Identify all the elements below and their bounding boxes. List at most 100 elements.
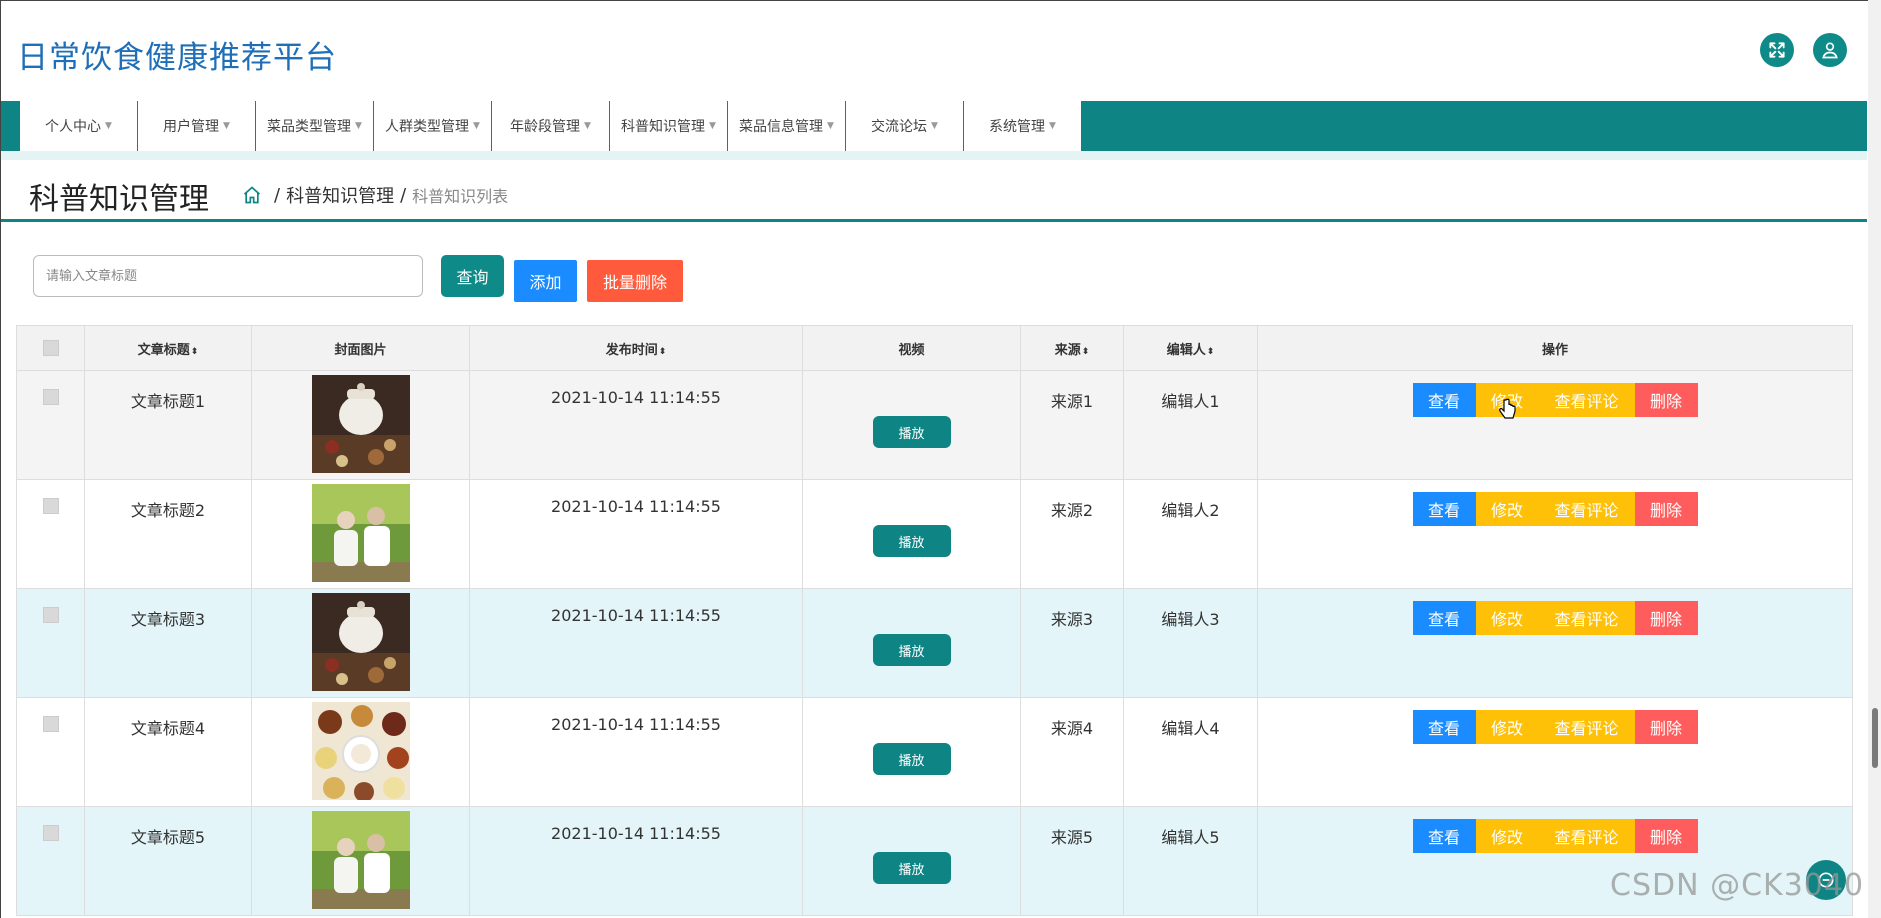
play-button[interactable]: 播放 bbox=[872, 416, 951, 448]
query-button[interactable]: 查询 bbox=[441, 255, 504, 297]
table-row: 文章标题3 2021-10-14 11:14:55 播放 来源3 编辑人3 查看… bbox=[16, 588, 1853, 698]
sort-icon[interactable]: ⬍ bbox=[1082, 347, 1090, 357]
caret-down-icon: ▼ bbox=[709, 121, 716, 131]
view-comments-button[interactable]: 查看评论 bbox=[1538, 492, 1635, 526]
user-button[interactable] bbox=[1813, 33, 1847, 67]
article-title: 文章标题4 bbox=[130, 719, 206, 738]
view-button[interactable]: 查看 bbox=[1412, 819, 1476, 853]
view-button[interactable]: 查看 bbox=[1412, 710, 1476, 744]
edit-button[interactable]: 修改 bbox=[1475, 819, 1539, 853]
cover-cell bbox=[251, 806, 470, 916]
row-checkbox[interactable] bbox=[42, 825, 59, 841]
row-checkbox[interactable] bbox=[42, 498, 59, 514]
row-select-cell bbox=[16, 479, 85, 589]
edit-button[interactable]: 修改 bbox=[1475, 492, 1539, 526]
app-title: 日常饮食健康推荐平台 bbox=[17, 40, 337, 76]
play-button[interactable]: 播放 bbox=[872, 743, 951, 775]
row-select-cell bbox=[16, 588, 85, 698]
sort-icon[interactable]: ⬍ bbox=[1207, 347, 1215, 357]
nav-item-system-management[interactable]: 系统管理 ▼ bbox=[964, 101, 1082, 151]
publish-time: 2021-10-14 11:14:55 bbox=[551, 606, 721, 625]
row-actions: 查看 修改 查看评论 删除 bbox=[1412, 383, 1698, 417]
hand-pointer-icon bbox=[1499, 398, 1516, 419]
delete-button[interactable]: 删除 bbox=[1634, 710, 1698, 744]
column-header-title[interactable]: 文章标题⬍ bbox=[84, 325, 252, 371]
scrollbar-thumb[interactable] bbox=[1872, 708, 1878, 768]
delete-button[interactable]: 删除 bbox=[1634, 492, 1698, 526]
play-button[interactable]: 播放 bbox=[872, 634, 951, 666]
view-button[interactable]: 查看 bbox=[1412, 601, 1476, 635]
nav-item-age-group-management[interactable]: 年龄段管理 ▼ bbox=[492, 101, 610, 151]
delete-button[interactable]: 删除 bbox=[1634, 819, 1698, 853]
grains-bowls-image bbox=[311, 702, 410, 800]
source: 来源3 bbox=[1050, 610, 1094, 629]
column-header-editor[interactable]: 编辑人⬍ bbox=[1123, 325, 1258, 371]
fullscreen-button[interactable] bbox=[1760, 33, 1794, 67]
source-cell: 来源4 bbox=[1020, 697, 1124, 807]
column-header-publish-time[interactable]: 发布时间⬍ bbox=[469, 325, 803, 371]
breadcrumb-section[interactable]: 科普知识管理 bbox=[286, 182, 394, 208]
nav-item-science-knowledge-management[interactable]: 科普知识管理 ▼ bbox=[610, 101, 728, 151]
column-header-label: 文章标题 bbox=[137, 342, 190, 358]
nav-item-forum[interactable]: 交流论坛 ▼ bbox=[846, 101, 964, 151]
nav-item-label: 个人中心 bbox=[45, 119, 102, 135]
nav-item-user-management[interactable]: 用户管理 ▼ bbox=[138, 101, 256, 151]
column-header-label: 封面图片 bbox=[334, 342, 387, 358]
row-select-cell bbox=[16, 697, 85, 807]
row-checkbox[interactable] bbox=[42, 389, 59, 405]
delete-button[interactable]: 删除 bbox=[1634, 601, 1698, 635]
nav-item-dish-info-management[interactable]: 菜品信息管理 ▼ bbox=[728, 101, 846, 151]
delete-button[interactable]: 删除 bbox=[1634, 383, 1698, 417]
row-checkbox[interactable] bbox=[42, 607, 59, 623]
select-all-checkbox[interactable] bbox=[42, 340, 59, 356]
view-comments-button[interactable]: 查看评论 bbox=[1538, 601, 1635, 635]
home-icon[interactable] bbox=[242, 185, 262, 205]
nav-item-label: 菜品类型管理 bbox=[267, 119, 352, 135]
nav-menu: 个人中心 ▼ 用户管理 ▼ 菜品类型管理 ▼ 人群类型管理 ▼ 年龄段管理 ▼ 科普知识管… bbox=[20, 101, 1082, 151]
edit-button[interactable]: 修改 bbox=[1475, 601, 1539, 635]
view-comments-button[interactable]: 查看评论 bbox=[1538, 383, 1635, 417]
article-title: 文章标题5 bbox=[130, 828, 206, 847]
navbar-underline bbox=[1, 151, 1867, 160]
batch-delete-button[interactable]: 批量删除 bbox=[587, 260, 683, 302]
sort-icon[interactable]: ⬍ bbox=[659, 347, 667, 357]
play-button[interactable]: 播放 bbox=[872, 525, 951, 557]
nav-item-label: 交流论坛 bbox=[871, 119, 928, 135]
view-comments-button[interactable]: 查看评论 bbox=[1538, 819, 1635, 853]
column-header-source[interactable]: 来源⬍ bbox=[1020, 325, 1124, 371]
source-cell: 来源1 bbox=[1020, 370, 1124, 480]
column-header-label: 操作 bbox=[1541, 342, 1568, 358]
editor: 编辑人4 bbox=[1161, 719, 1220, 738]
nav-item-label: 系统管理 bbox=[989, 119, 1046, 135]
view-button[interactable]: 查看 bbox=[1412, 383, 1476, 417]
row-checkbox[interactable] bbox=[42, 716, 59, 732]
add-button[interactable]: 添加 bbox=[514, 260, 577, 302]
nav-item-population-type-management[interactable]: 人群类型管理 ▼ bbox=[374, 101, 492, 151]
caret-down-icon: ▼ bbox=[931, 121, 938, 131]
nav-item-personal-center[interactable]: 个人中心 ▼ bbox=[20, 101, 138, 151]
row-actions: 查看 修改 查看评论 删除 bbox=[1412, 819, 1698, 853]
publish-time: 2021-10-14 11:14:55 bbox=[551, 715, 721, 734]
row-actions: 查看 修改 查看评论 删除 bbox=[1412, 601, 1698, 635]
article-title: 文章标题1 bbox=[130, 392, 206, 411]
sort-icon[interactable]: ⬍ bbox=[191, 347, 199, 357]
edit-button[interactable]: 修改 bbox=[1475, 710, 1539, 744]
vertical-scrollbar[interactable] bbox=[1868, 0, 1881, 918]
search-input[interactable] bbox=[33, 255, 423, 297]
caret-down-icon: ▼ bbox=[355, 121, 362, 131]
cover-cell bbox=[251, 479, 470, 589]
expand-icon bbox=[1769, 42, 1785, 58]
breadcrumb-separator: / bbox=[400, 184, 407, 206]
publish-time-cell: 2021-10-14 11:14:55 bbox=[469, 806, 803, 916]
view-comments-button[interactable]: 查看评论 bbox=[1538, 710, 1635, 744]
nav-item-label: 科普知识管理 bbox=[621, 119, 706, 135]
column-header-label: 编辑人 bbox=[1166, 342, 1206, 358]
nav-item-dish-type-management[interactable]: 菜品类型管理 ▼ bbox=[256, 101, 374, 151]
view-button[interactable]: 查看 bbox=[1412, 492, 1476, 526]
publish-time: 2021-10-14 11:14:55 bbox=[551, 388, 721, 407]
title-cell: 文章标题1 bbox=[84, 370, 252, 480]
play-button[interactable]: 播放 bbox=[872, 852, 951, 884]
publish-time: 2021-10-14 11:14:55 bbox=[551, 824, 721, 843]
title-cell: 文章标题2 bbox=[84, 479, 252, 589]
herbal-pot-image bbox=[311, 593, 410, 691]
